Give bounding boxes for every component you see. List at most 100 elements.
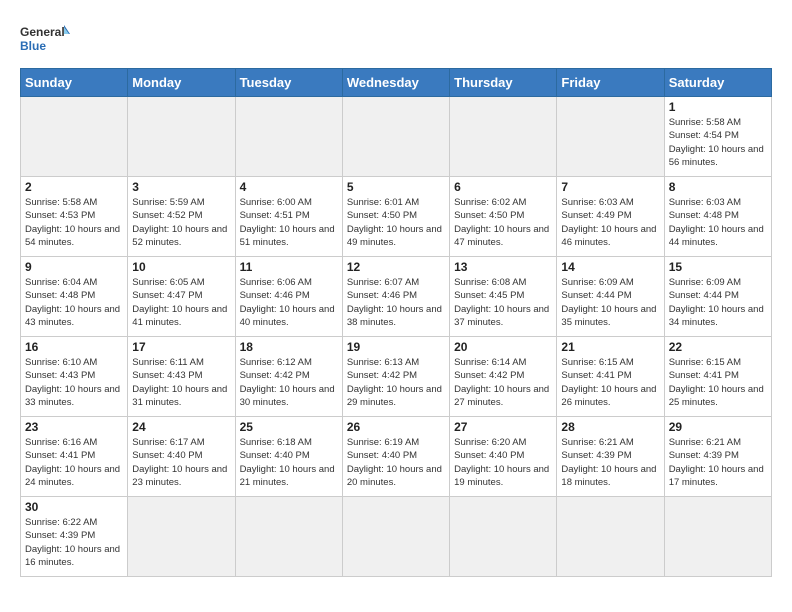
- weekday-header-row: Sunday Monday Tuesday Wednesday Thursday…: [21, 69, 772, 97]
- page: General Blue Sunday Monday Tuesday Wedne…: [0, 0, 792, 587]
- logo: General Blue: [20, 20, 70, 60]
- day-number: 3: [132, 180, 230, 194]
- logo-svg: General Blue: [20, 20, 70, 60]
- table-cell: 19 Sunrise: 6:13 AMSunset: 4:42 PMDayligh…: [342, 337, 449, 417]
- header-saturday: Saturday: [664, 69, 771, 97]
- table-cell: [342, 97, 449, 177]
- calendar-row-5: 23Sunrise: 6:16 AMSunset: 4:41 PMDayligh…: [21, 417, 772, 497]
- day-info: Sunrise: 6:02 AMSunset: 4:50 PMDaylight:…: [454, 196, 552, 249]
- table-cell: 27 Sunrise: 6:20 AMSunset: 4:40 PMDayligh…: [450, 417, 557, 497]
- table-cell: 22 Sunrise: 6:15 AMSunset: 4:41 PMDayligh…: [664, 337, 771, 417]
- day-info: Sunrise: 6:03 AMSunset: 4:49 PMDaylight:…: [561, 196, 659, 249]
- table-cell: 8Sunrise: 6:03 AMSunset: 4:48 PMDaylight…: [664, 177, 771, 257]
- table-cell: 3Sunrise: 5:59 AMSunset: 4:52 PMDaylight…: [128, 177, 235, 257]
- calendar-table: Sunday Monday Tuesday Wednesday Thursday…: [20, 68, 772, 577]
- day-number: 27: [454, 420, 552, 434]
- table-cell: 23Sunrise: 6:16 AMSunset: 4:41 PMDayligh…: [21, 417, 128, 497]
- table-cell: 28 Sunrise: 6:21 AMSunset: 4:39 PMDayligh…: [557, 417, 664, 497]
- day-info: Sunrise: 6:21 AMSunset: 4:39 PMDaylight:…: [561, 436, 659, 489]
- table-cell: 18Sunrise: 6:12 AMSunset: 4:42 PMDayligh…: [235, 337, 342, 417]
- day-number: 1: [669, 100, 767, 114]
- day-number: 7: [561, 180, 659, 194]
- day-info: Sunrise: 6:01 AMSunset: 4:50 PMDaylight:…: [347, 196, 445, 249]
- day-info: Sunrise: 6:11 AMSunset: 4:43 PMDaylight:…: [132, 356, 230, 409]
- table-cell: [557, 97, 664, 177]
- day-info: Sunrise: 6:22 AMSunset: 4:39 PMDaylight:…: [25, 516, 123, 569]
- day-number: 25: [240, 420, 338, 434]
- day-number: 12: [347, 260, 445, 274]
- day-number: 16: [25, 340, 123, 354]
- table-cell: 21Sunrise: 6:15 AMSunset: 4:41 PMDayligh…: [557, 337, 664, 417]
- header-sunday: Sunday: [21, 69, 128, 97]
- day-info: Sunrise: 5:58 AMSunset: 4:53 PMDaylight:…: [25, 196, 123, 249]
- table-cell: 5Sunrise: 6:01 AMSunset: 4:50 PMDaylight…: [342, 177, 449, 257]
- day-info: Sunrise: 6:14 AMSunset: 4:42 PMDaylight:…: [454, 356, 552, 409]
- day-number: 9: [25, 260, 123, 274]
- table-cell: 13 Sunrise: 6:08 AMSunset: 4:45 PMDayligh…: [450, 257, 557, 337]
- header-friday: Friday: [557, 69, 664, 97]
- day-info: Sunrise: 6:15 AMSunset: 4:41 PMDaylight:…: [669, 356, 767, 409]
- table-cell: 30Sunrise: 6:22 AMSunset: 4:39 PMDayligh…: [21, 497, 128, 577]
- day-info: Sunrise: 6:20 AMSunset: 4:40 PMDaylight:…: [454, 436, 552, 489]
- day-info: Sunrise: 6:17 AMSunset: 4:40 PMDaylight:…: [132, 436, 230, 489]
- table-cell: [450, 497, 557, 577]
- table-cell: [342, 497, 449, 577]
- table-cell: 24 Sunrise: 6:17 AMSunset: 4:40 PMDayligh…: [128, 417, 235, 497]
- day-number: 13: [454, 260, 552, 274]
- calendar-row-6: 30Sunrise: 6:22 AMSunset: 4:39 PMDayligh…: [21, 497, 772, 577]
- day-info: Sunrise: 6:18 AMSunset: 4:40 PMDaylight:…: [240, 436, 338, 489]
- day-info: Sunrise: 6:00 AMSunset: 4:51 PMDaylight:…: [240, 196, 338, 249]
- day-info: Sunrise: 6:03 AMSunset: 4:48 PMDaylight:…: [669, 196, 767, 249]
- calendar-row-1: 1Sunrise: 5:58 AMSunset: 4:54 PMDaylight…: [21, 97, 772, 177]
- day-info: Sunrise: 6:12 AMSunset: 4:42 PMDaylight:…: [240, 356, 338, 409]
- table-cell: [128, 97, 235, 177]
- table-cell: 9 Sunrise: 6:04 AMSunset: 4:48 PMDaylight…: [21, 257, 128, 337]
- table-cell: 7 Sunrise: 6:03 AMSunset: 4:49 PMDaylight…: [557, 177, 664, 257]
- table-cell: [21, 97, 128, 177]
- table-cell: 17 Sunrise: 6:11 AMSunset: 4:43 PMDayligh…: [128, 337, 235, 417]
- day-info: Sunrise: 6:05 AMSunset: 4:47 PMDaylight:…: [132, 276, 230, 329]
- header-wednesday: Wednesday: [342, 69, 449, 97]
- day-info: Sunrise: 6:10 AMSunset: 4:43 PMDaylight:…: [25, 356, 123, 409]
- table-cell: 1Sunrise: 5:58 AMSunset: 4:54 PMDaylight…: [664, 97, 771, 177]
- table-cell: 25 Sunrise: 6:18 AMSunset: 4:40 PMDayligh…: [235, 417, 342, 497]
- day-number: 19: [347, 340, 445, 354]
- day-number: 15: [669, 260, 767, 274]
- day-number: 10: [132, 260, 230, 274]
- day-info: Sunrise: 6:21 AMSunset: 4:39 PMDaylight:…: [669, 436, 767, 489]
- day-info: Sunrise: 6:13 AMSunset: 4:42 PMDaylight:…: [347, 356, 445, 409]
- day-number: 29: [669, 420, 767, 434]
- table-cell: [664, 497, 771, 577]
- table-cell: 15Sunrise: 6:09 AMSunset: 4:44 PMDayligh…: [664, 257, 771, 337]
- calendar-row-4: 16 Sunrise: 6:10 AMSunset: 4:43 PMDayligh…: [21, 337, 772, 417]
- day-number: 14: [561, 260, 659, 274]
- table-cell: 6 Sunrise: 6:02 AMSunset: 4:50 PMDaylight…: [450, 177, 557, 257]
- day-info: Sunrise: 6:15 AMSunset: 4:41 PMDaylight:…: [561, 356, 659, 409]
- svg-text:General: General: [20, 25, 65, 39]
- table-cell: [128, 497, 235, 577]
- table-cell: [235, 497, 342, 577]
- day-number: 11: [240, 260, 338, 274]
- header-thursday: Thursday: [450, 69, 557, 97]
- day-number: 6: [454, 180, 552, 194]
- table-cell: 14 Sunrise: 6:09 AMSunset: 4:44 PMDayligh…: [557, 257, 664, 337]
- day-info: Sunrise: 6:08 AMSunset: 4:45 PMDaylight:…: [454, 276, 552, 329]
- day-number: 28: [561, 420, 659, 434]
- day-info: Sunrise: 6:07 AMSunset: 4:46 PMDaylight:…: [347, 276, 445, 329]
- day-info: Sunrise: 6:04 AMSunset: 4:48 PMDaylight:…: [25, 276, 123, 329]
- day-number: 23: [25, 420, 123, 434]
- day-number: 17: [132, 340, 230, 354]
- svg-text:Blue: Blue: [20, 39, 46, 53]
- header-monday: Monday: [128, 69, 235, 97]
- calendar-row-3: 9 Sunrise: 6:04 AMSunset: 4:48 PMDaylight…: [21, 257, 772, 337]
- table-cell: [235, 97, 342, 177]
- day-info: Sunrise: 6:09 AMSunset: 4:44 PMDaylight:…: [561, 276, 659, 329]
- day-number: 24: [132, 420, 230, 434]
- day-number: 22: [669, 340, 767, 354]
- calendar-row-2: 2Sunrise: 5:58 AMSunset: 4:53 PMDaylight…: [21, 177, 772, 257]
- table-cell: 4 Sunrise: 6:00 AMSunset: 4:51 PMDaylight…: [235, 177, 342, 257]
- day-number: 26: [347, 420, 445, 434]
- day-number: 4: [240, 180, 338, 194]
- day-info: Sunrise: 6:19 AMSunset: 4:40 PMDaylight:…: [347, 436, 445, 489]
- day-info: Sunrise: 6:06 AMSunset: 4:46 PMDaylight:…: [240, 276, 338, 329]
